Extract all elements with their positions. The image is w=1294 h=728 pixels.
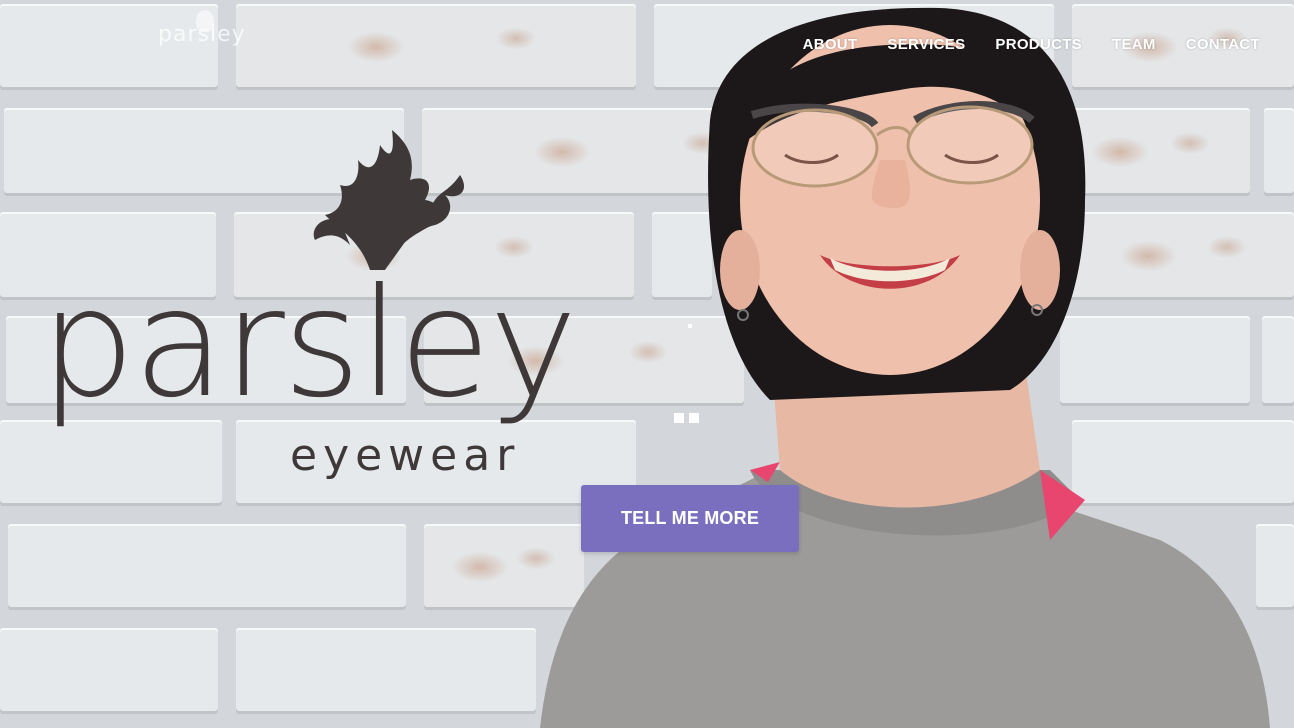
decorative-dot [688, 324, 692, 328]
main-navigation: ABOUT SERVICES PRODUCTS TEAM CONTACT [803, 36, 1260, 53]
parsley-leaf-icon [313, 130, 465, 270]
nav-logo[interactable]: parsley [158, 10, 246, 47]
decorative-dots [674, 410, 704, 428]
nav-item-team[interactable]: TEAM [1112, 36, 1156, 53]
nav-item-contact[interactable]: CONTACT [1186, 36, 1260, 53]
nav-item-products[interactable]: PRODUCTS [995, 36, 1082, 53]
nav-item-about[interactable]: ABOUT [803, 36, 858, 53]
brand-tagline: eyewear [290, 430, 520, 481]
nav-item-services[interactable]: SERVICES [887, 36, 965, 53]
parsley-eyewear-logo: parsley eyewear [40, 130, 578, 481]
smiling-person-photo [540, 7, 1270, 728]
tell-me-more-button[interactable]: TELL ME MORE [581, 485, 799, 552]
brand-wordmark: parsley [40, 257, 576, 431]
leaf-icon [196, 10, 214, 32]
